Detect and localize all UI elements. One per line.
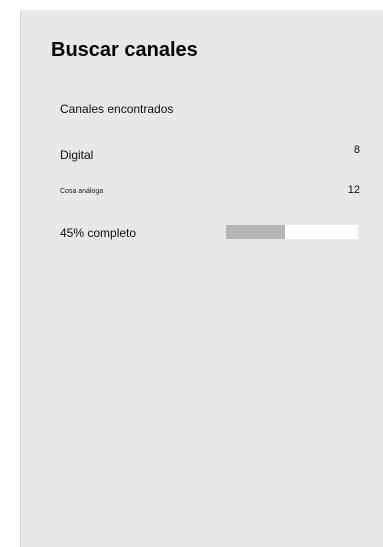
channel-scan-panel: Buscar canales Canales encontrados Digit… [20, 10, 383, 547]
progress-label: 45% completo [60, 226, 137, 240]
digital-channels-count: 8 [353, 144, 360, 156]
digital-channels-label: Digital [60, 148, 94, 162]
progress-bar [226, 225, 358, 239]
progress-bar-fill [226, 225, 286, 239]
analog-channels-count: 12 [347, 184, 360, 196]
page-title: Buscar canales [51, 39, 198, 61]
analog-channels-label: Cosa análoga [60, 188, 104, 195]
channels-found-label: Canales encontrados [60, 102, 174, 116]
